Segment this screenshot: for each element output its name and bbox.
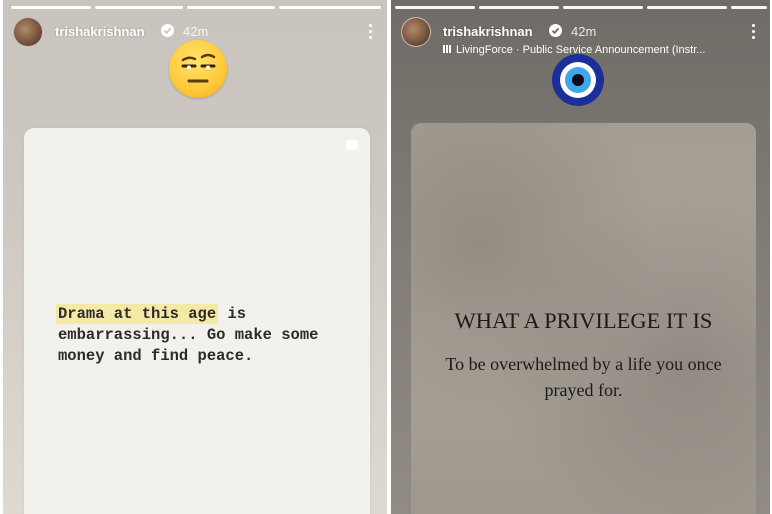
evil-eye-sticker	[552, 54, 604, 106]
highlighted-text: Drama at this age	[56, 304, 219, 324]
music-bars-icon	[443, 44, 452, 56]
note-card: Drama at this age is embarrassing... Go …	[24, 128, 370, 514]
progress-segment	[647, 6, 727, 9]
verified-badge-icon	[549, 24, 562, 37]
note-text: Drama at this age is embarrassing... Go …	[56, 304, 348, 367]
more-options-icon[interactable]	[752, 24, 756, 40]
verified-badge-icon	[161, 24, 174, 37]
story-right[interactable]: trishakrishnan 42m LivingForce · Public …	[391, 0, 770, 514]
avatar[interactable]	[401, 17, 431, 47]
quote-card: WHAT A PRIVILEGE IT IS To be overwhelmed…	[411, 123, 756, 514]
unamused-face-sticker	[169, 40, 227, 98]
story-left[interactable]: trishakrishnan 42m Drama at this age is …	[3, 0, 387, 514]
progress-segment	[563, 6, 643, 9]
progress-segment	[731, 6, 767, 9]
story-time: 42m	[183, 24, 209, 39]
progress-segment	[479, 6, 559, 9]
quote-body: To be overwhelmed by a life you once pra…	[445, 354, 722, 400]
story-header: trishakrishnan 42m LivingForce · Public …	[401, 15, 760, 56]
progress-segment	[395, 6, 475, 9]
card-corner-indicator	[346, 140, 358, 150]
progress-segment	[11, 6, 91, 9]
username[interactable]: trishakrishnan	[443, 24, 533, 39]
progress-segment	[95, 6, 183, 9]
quote-title: WHAT A PRIVILEGE IT IS	[454, 308, 713, 333]
username[interactable]: trishakrishnan	[55, 24, 145, 39]
story-time: 42m	[571, 24, 597, 39]
progress-segment	[279, 6, 381, 9]
unamused-face-icon	[181, 53, 216, 83]
more-options-icon[interactable]	[369, 24, 373, 40]
avatar[interactable]	[13, 17, 43, 47]
progress-segment	[187, 6, 275, 9]
